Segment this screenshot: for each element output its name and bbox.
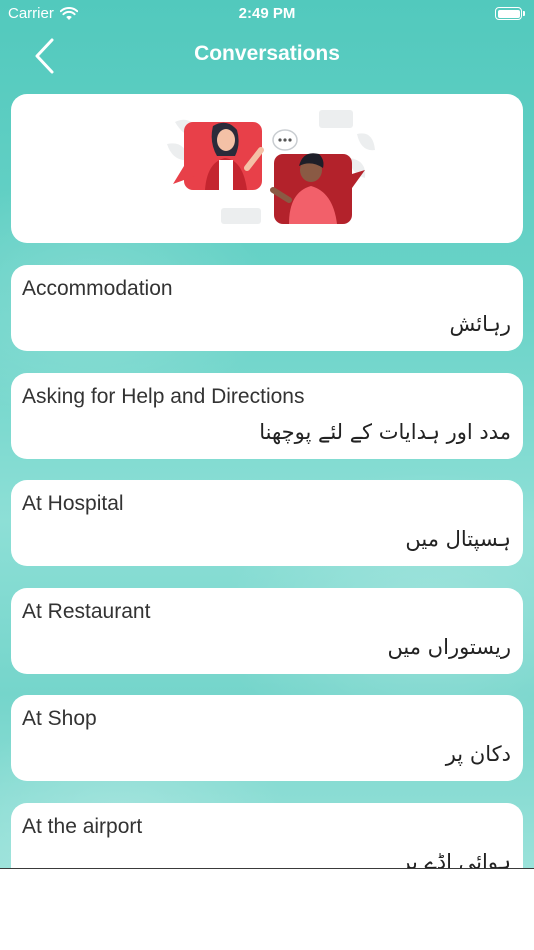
bottom-blank-area: [0, 868, 534, 950]
item-translation: رہائش: [449, 312, 511, 336]
list-item-asking-for-help[interactable]: Asking for Help and Directions مدد اور ہ…: [11, 372, 523, 459]
list-item-accommodation[interactable]: Accommodation رہائش: [11, 265, 523, 351]
status-time: 2:49 PM: [238, 5, 296, 22]
item-title: At Shop: [22, 707, 97, 730]
item-title: Asking for Help and Directions: [22, 384, 305, 408]
list-item-at-shop[interactable]: At Shop دکان پر: [11, 695, 523, 781]
list-item-at-hospital[interactable]: At Hospital ہسپتال میں: [11, 480, 523, 566]
item-title: At the airport: [22, 814, 143, 838]
item-title: At Hospital: [22, 492, 124, 515]
battery-icon: [495, 7, 525, 20]
item-translation: ریستوراں میں: [387, 634, 511, 659]
list-item-at-restaurant[interactable]: At Restaurant ریستوراں میں: [11, 587, 523, 674]
item-title: At Restaurant: [22, 599, 151, 623]
conversation-illustration: [167, 110, 375, 224]
navigation-bar: Conversations: [0, 28, 534, 82]
item-title: Accommodation: [22, 277, 173, 300]
item-translation: مدد اور ہدایات کے لئے پوچھنا: [259, 419, 511, 444]
hero-banner: [11, 94, 523, 243]
status-bar: Carrier 2:49 PM: [0, 0, 534, 28]
conversation-category-list: Accommodation رہائش Asking for Help and …: [11, 265, 523, 868]
page-title: Conversations: [194, 42, 340, 65]
list-item-at-the-airport[interactable]: At the airport ہوائی اڈے پر: [11, 802, 523, 869]
item-translation: ہسپتال میں: [405, 527, 511, 551]
app-screen: Carrier 2:49 PM Conversations Accommodat…: [0, 0, 534, 868]
item-translation: دکان پر: [445, 742, 511, 766]
item-translation: ہوائی اڈے پر: [400, 849, 511, 869]
